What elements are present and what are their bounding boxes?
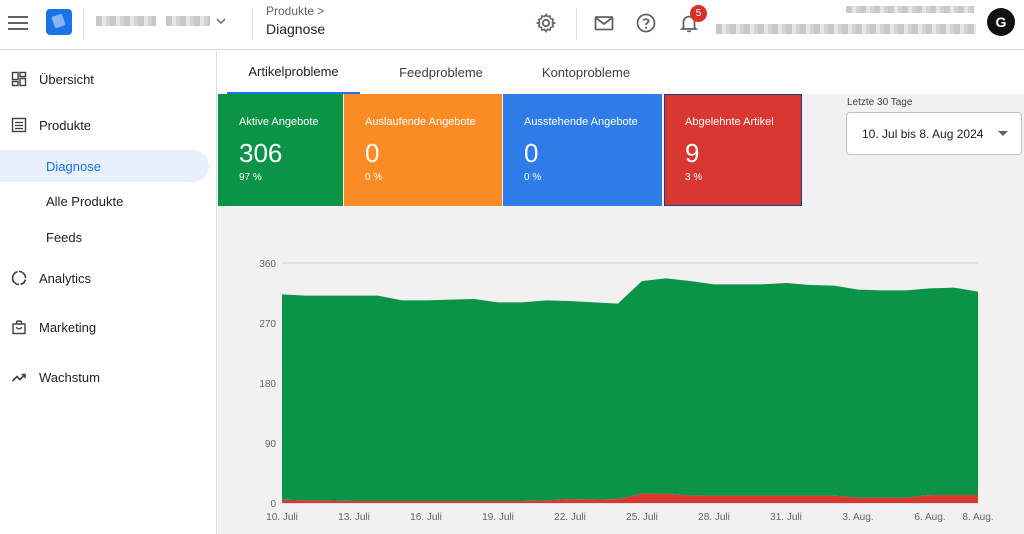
item-status-area-chart: 0 90 180 270 360 10. Juli 13. Juli 16. Juli 19. … [259, 259, 993, 523]
date-range-value: 10. Jul bis 8. Aug 2024 [862, 127, 984, 141]
x-tick-label: 6. Aug. [914, 512, 945, 523]
shopping-bag-icon [12, 320, 26, 335]
sidebar-item-label: Marketing [39, 319, 97, 335]
y-tick-label: 90 [265, 439, 277, 450]
card-aktive-angebote[interactable]: Aktive Angebote 306 97 % [218, 94, 343, 206]
dropdown-arrow-icon [998, 131, 1008, 136]
card-label: Aktive Angebote [239, 116, 319, 128]
sidebar-item-produkte[interactable]: Produkte [0, 109, 217, 141]
page-title: Diagnose [266, 21, 326, 37]
sidebar-item-diagnose[interactable]: Diagnose [0, 150, 209, 182]
divider [83, 8, 84, 40]
card-abgelehnte-artikel[interactable]: Abgelehnte Artikel 9 3 % [664, 94, 802, 206]
card-percent: 3 % [685, 172, 703, 183]
sidebar-item-label: Übersicht [39, 71, 94, 87]
chevron-down-icon[interactable] [216, 16, 226, 26]
y-tick-label: 360 [259, 259, 276, 270]
x-tick-label: 13. Juli [338, 512, 370, 523]
sidebar-item-feeds[interactable]: Feeds [0, 221, 217, 253]
x-tick-label: 28. Juli [698, 512, 730, 523]
sidebar-item-analytics[interactable]: Analytics [0, 262, 217, 294]
menu-icon[interactable] [8, 13, 28, 31]
y-tick-label: 0 [270, 499, 276, 510]
user-name-redacted [846, 6, 974, 13]
dashboard-icon [11, 71, 27, 87]
y-tick-label: 270 [259, 319, 276, 330]
sidebar-item-label: Wachstum [39, 369, 100, 385]
help-icon[interactable] [634, 11, 658, 35]
account-name-redacted [96, 16, 156, 26]
card-value: 0 [365, 138, 380, 168]
account-id-redacted [166, 16, 210, 26]
divider [576, 8, 577, 40]
card-auslaufende-angebote[interactable]: Auslaufende Angebote 0 0 % [344, 94, 502, 206]
sidebar-item-marketing[interactable]: Marketing [0, 311, 217, 343]
area-series-1 [282, 278, 978, 501]
tab-bar: Artikelprobleme Feedprobleme Kontoproble… [218, 51, 1024, 94]
card-value: 306 [239, 138, 283, 168]
sidebar-item-label: Feeds [46, 229, 83, 245]
x-tick-label: 25. Juli [626, 512, 658, 523]
x-tick-label: 10. Juli [266, 512, 298, 523]
card-percent: 0 % [365, 172, 383, 183]
x-tick-label: 3. Aug. [842, 512, 873, 523]
card-value: 9 [685, 138, 700, 168]
card-value: 0 [524, 138, 539, 168]
date-range-caption: Letzte 30 Tage [847, 97, 913, 108]
analytics-icon [11, 270, 27, 286]
card-label: Ausstehende Angebote [524, 116, 638, 128]
card-percent: 0 % [524, 172, 542, 183]
main-content: Artikelprobleme Feedprobleme Kontoproble… [218, 51, 1024, 534]
sidebar: Übersicht Produkte Diagnose Alle Produkt… [0, 51, 217, 534]
avatar[interactable]: G [987, 8, 1015, 36]
merchant-center-logo[interactable] [46, 9, 72, 35]
sidebar-item-alle-produkte[interactable]: Alle Produkte [0, 185, 217, 217]
y-tick-label: 180 [259, 379, 276, 390]
x-tick-label: 8. Aug. [962, 512, 993, 523]
trending-up-icon [11, 373, 26, 382]
gear-icon[interactable] [534, 11, 558, 35]
user-email-redacted [716, 24, 976, 34]
notification-badge: 5 [690, 5, 707, 22]
x-tick-label: 22. Juli [554, 512, 586, 523]
sidebar-item-uebersicht[interactable]: Übersicht [0, 63, 217, 95]
sidebar-item-label: Diagnose [46, 158, 101, 174]
sidebar-item-label: Alle Produkte [46, 193, 124, 209]
top-app-bar: Produkte > Diagnose 5 G [0, 0, 1024, 50]
tab-kontoprobleme[interactable]: Kontoprobleme [522, 51, 650, 94]
divider [252, 8, 253, 40]
card-ausstehende-angebote[interactable]: Ausstehende Angebote 0 0 % [503, 94, 662, 206]
card-label: Auslaufende Angebote [365, 116, 476, 128]
list-icon [11, 117, 27, 133]
card-label: Abgelehnte Artikel [685, 116, 774, 128]
sidebar-item-label: Produkte [39, 117, 92, 133]
x-tick-label: 19. Juli [482, 512, 514, 523]
x-tick-label: 31. Juli [770, 512, 802, 523]
sidebar-item-wachstum[interactable]: Wachstum [0, 361, 217, 393]
tab-feedprobleme[interactable]: Feedprobleme [376, 51, 506, 94]
breadcrumb-parent[interactable]: Produkte > [266, 4, 324, 18]
mail-icon[interactable] [592, 11, 616, 35]
card-percent: 97 % [239, 172, 262, 183]
sidebar-item-label: Analytics [39, 270, 92, 286]
date-range-select[interactable]: 10. Jul bis 8. Aug 2024 [846, 112, 1022, 155]
x-tick-label: 16. Juli [410, 512, 442, 523]
tab-artikelprobleme[interactable]: Artikelprobleme [227, 51, 360, 94]
